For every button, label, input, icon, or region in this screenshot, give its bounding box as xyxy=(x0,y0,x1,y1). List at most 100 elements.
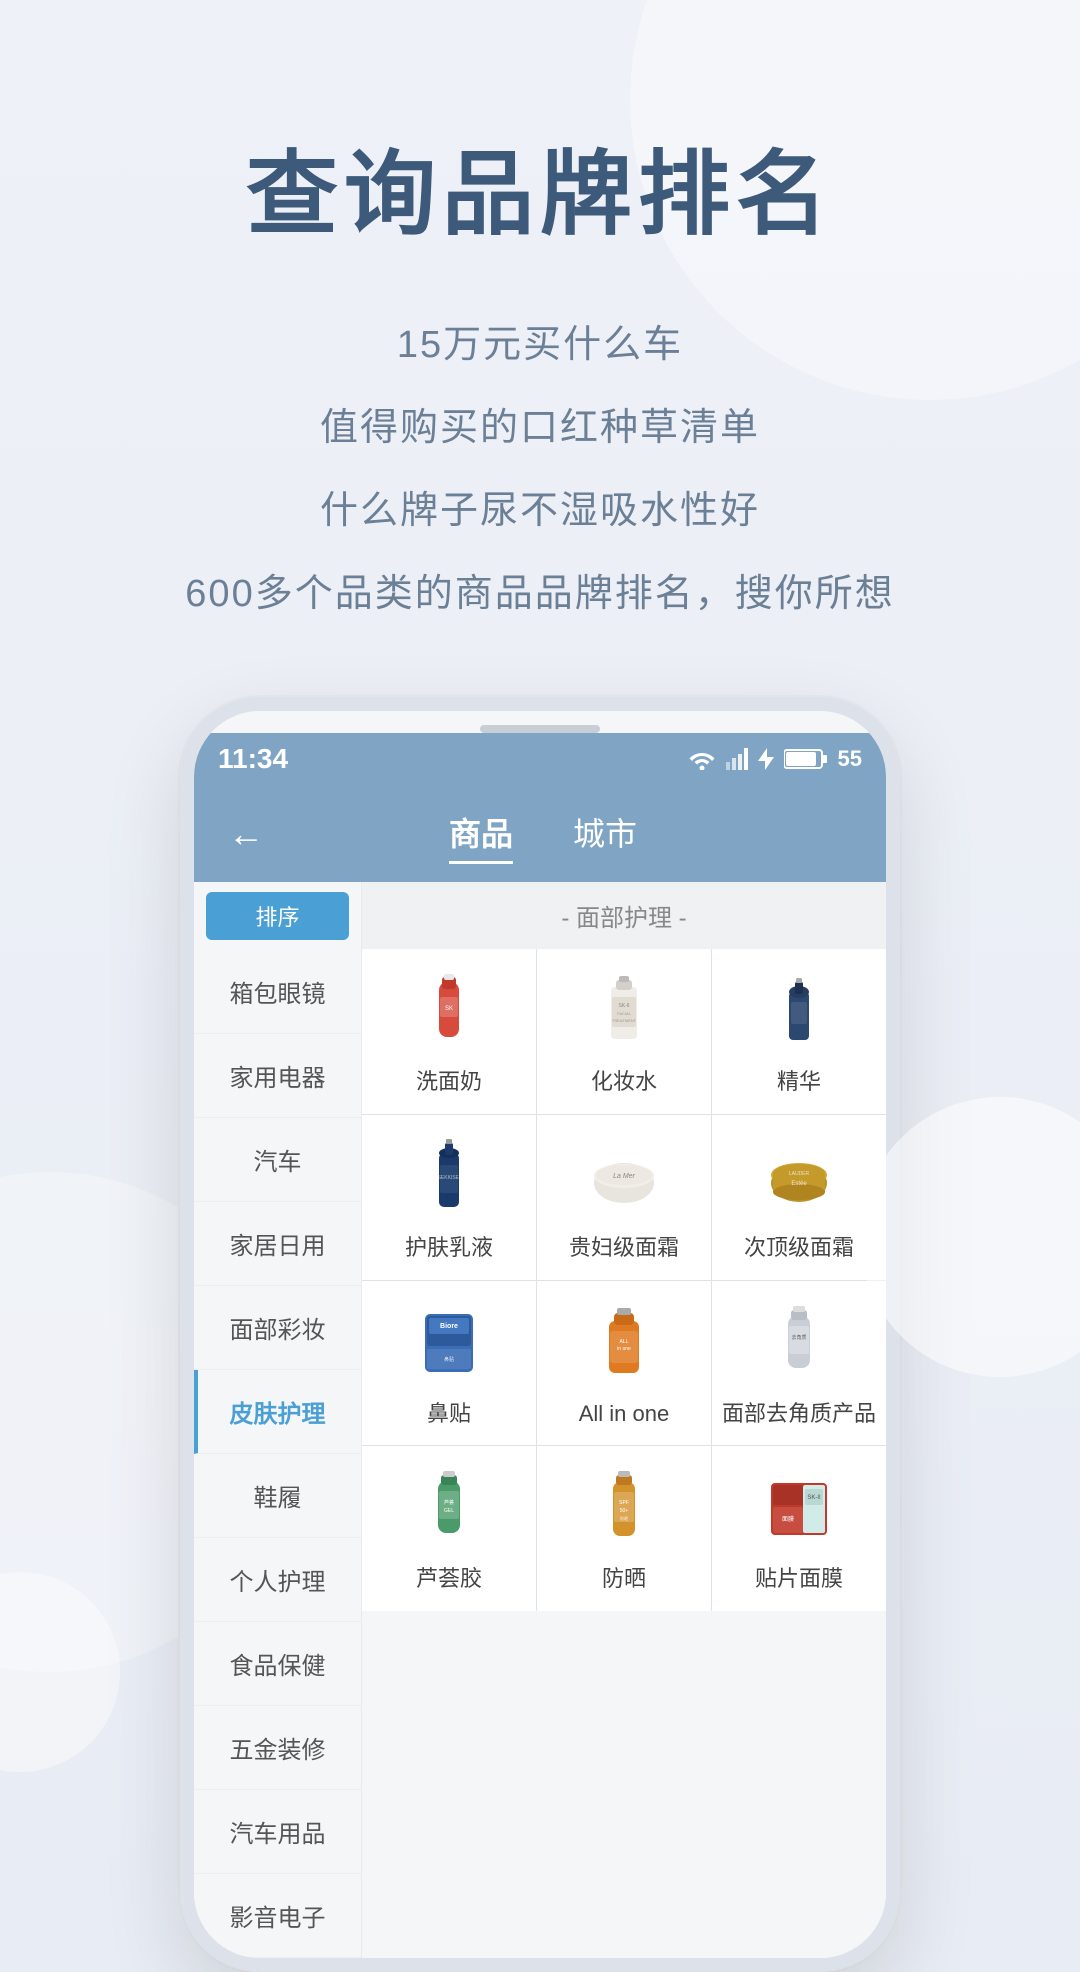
product-cell-sheetmask[interactable]: SK-II 面膜 贴片面膜 xyxy=(712,1446,886,1611)
content-area: 排序 箱包眼镜 家用电器 汽车 家居日用 面部彩妆 xyxy=(194,882,886,1958)
subtitle-3: 什么牌子尿不湿吸水性好 xyxy=(320,479,760,534)
sidebar-item-bags[interactable]: 箱包眼镜 xyxy=(194,950,361,1034)
svg-text:ALL: ALL xyxy=(620,1339,629,1345)
toner-icon: SK-II FACIAL TREATMENT xyxy=(584,967,664,1057)
category-header: - 面部护理 - xyxy=(362,882,886,949)
lotion-label: 护肤乳液 xyxy=(405,1233,493,1264)
nav-tabs: 商品 城市 xyxy=(449,803,637,864)
header-section: 查询品牌排名 15万元买什么车 值得购买的口红种草清单 什么牌子尿不湿吸水性好 … xyxy=(0,0,1080,617)
svg-text:Estée: Estée xyxy=(791,1181,807,1187)
product-cell-lotion[interactable]: SEKKISEI 护肤乳液 xyxy=(362,1115,536,1280)
back-button[interactable]: ← xyxy=(218,813,274,855)
product-grid: SK 洗面奶 xyxy=(362,949,886,1611)
lotion-icon: SEKKISEI xyxy=(409,1133,489,1223)
svg-text:去角质: 去角质 xyxy=(791,1334,806,1341)
product-cell-nosepatch[interactable]: Biore 鼻贴 鼻贴 xyxy=(362,1281,536,1446)
aloegel-icon: 芦荟 GEL xyxy=(409,1464,489,1554)
svg-text:TREATMENT: TREATMENT xyxy=(612,1018,637,1023)
svg-text:芦荟: 芦荟 xyxy=(444,1499,454,1506)
product-grid-area: - 面部护理 - SK xyxy=(362,882,886,1958)
main-title: 查询品牌排名 xyxy=(0,120,1080,253)
product-cell-cream[interactable]: Estée LAUDER 次顶级面霜 xyxy=(712,1115,886,1280)
toner-label: 化妆水 xyxy=(591,1067,657,1098)
svg-text:SK-II: SK-II xyxy=(807,1495,821,1501)
tab-products[interactable]: 商品 xyxy=(449,803,513,864)
sunscreen-label: 防晒 xyxy=(602,1564,646,1595)
subtitle-2: 值得购买的口红种草清单 xyxy=(320,396,760,451)
battery-level: 55 xyxy=(838,746,862,772)
sidebar-item-makeup[interactable]: 面部彩妆 xyxy=(194,1286,361,1370)
page-background: 查询品牌排名 15万元买什么车 值得购买的口红种草清单 什么牌子尿不湿吸水性好 … xyxy=(0,0,1080,1972)
cream-icon: Estée LAUDER xyxy=(759,1133,839,1223)
sidebar-item-appliances[interactable]: 家用电器 xyxy=(194,1034,361,1118)
svg-text:防晒: 防晒 xyxy=(620,1515,628,1521)
phone-container: 11:34 xyxy=(0,697,1080,1972)
svg-text:FACIAL: FACIAL xyxy=(617,1011,632,1016)
product-cell-exfoliant[interactable]: 去角质 面部去角质产品 xyxy=(712,1281,886,1446)
svg-text:鼻贴: 鼻贴 xyxy=(444,1356,454,1363)
subtitle-list: 15万元买什么车 值得购买的口红种草清单 什么牌子尿不湿吸水性好 600多个品类… xyxy=(0,313,1080,617)
svg-text:SPF: SPF xyxy=(619,1500,629,1506)
product-cell-allinone[interactable]: ALL in one All in one xyxy=(537,1281,711,1446)
subtitle-1: 15万元买什么车 xyxy=(397,313,683,368)
status-time: 11:34 xyxy=(218,743,288,775)
lightning-icon xyxy=(758,748,774,770)
product-cell-aloegel[interactable]: 芦荟 GEL 芦荟胶 xyxy=(362,1446,536,1611)
aloegel-label: 芦荟胶 xyxy=(416,1564,482,1595)
lamer-label: 贵妇级面霜 xyxy=(569,1233,679,1264)
sidebar-item-home[interactable]: 家居日用 xyxy=(194,1202,361,1286)
deco-circle-left xyxy=(0,1572,120,1772)
sidebar-item-sort[interactable]: 排序 xyxy=(206,892,349,940)
serum-icon xyxy=(759,967,839,1057)
svg-text:SK-II: SK-II xyxy=(618,1003,629,1009)
sidebar-item-electronics[interactable]: 影音电子 xyxy=(194,1874,361,1958)
cleanser-label: 洗面奶 xyxy=(416,1067,482,1098)
serum-label: 精华 xyxy=(777,1067,821,1098)
sidebar-item-shoes[interactable]: 鞋履 xyxy=(194,1454,361,1538)
svg-text:La Mer: La Mer xyxy=(613,1173,635,1180)
cream-label: 次顶级面霜 xyxy=(744,1233,854,1264)
sidebar: 排序 箱包眼镜 家用电器 汽车 家居日用 面部彩妆 xyxy=(194,882,362,1958)
battery-icon xyxy=(784,748,828,770)
signal-icon xyxy=(726,748,748,770)
sidebar-item-hardware[interactable]: 五金装修 xyxy=(194,1706,361,1790)
svg-text:SEKKISEI: SEKKISEI xyxy=(438,1175,461,1181)
sheetmask-icon: SK-II 面膜 xyxy=(759,1464,839,1554)
allinone-icon: ALL in one xyxy=(584,1299,664,1389)
wifi-icon xyxy=(688,748,716,770)
product-cell-lamer[interactable]: La Mer 贵妇级面霜 xyxy=(537,1115,711,1280)
product-cell-cleanser[interactable]: SK 洗面奶 xyxy=(362,949,536,1114)
product-cell-toner[interactable]: SK-II FACIAL TREATMENT 化妆水 xyxy=(537,949,711,1114)
sidebar-item-cars[interactable]: 汽车 xyxy=(194,1118,361,1202)
cleanser-icon: SK xyxy=(409,967,489,1057)
svg-text:in one: in one xyxy=(617,1346,631,1352)
nosepatch-icon: Biore 鼻贴 xyxy=(409,1299,489,1389)
exfoliant-label: 面部去角质产品 xyxy=(722,1399,876,1430)
nosepatch-label: 鼻贴 xyxy=(427,1399,471,1430)
sunscreen-icon: SPF 50+ 防晒 xyxy=(584,1464,664,1554)
nav-bar: ← 商品 城市 xyxy=(194,785,886,882)
status-bar: 11:34 xyxy=(194,733,886,785)
product-cell-sunscreen[interactable]: SPF 50+ 防晒 防晒 xyxy=(537,1446,711,1611)
sidebar-item-food[interactable]: 食品保健 xyxy=(194,1622,361,1706)
svg-text:50+: 50+ xyxy=(620,1508,629,1514)
svg-text:面膜: 面膜 xyxy=(782,1515,794,1523)
svg-text:Biore: Biore xyxy=(440,1323,458,1330)
phone-notch xyxy=(194,711,886,733)
sidebar-item-autoparts[interactable]: 汽车用品 xyxy=(194,1790,361,1874)
sidebar-item-skincare[interactable]: 皮肤护理 xyxy=(194,1370,361,1454)
sheetmask-label: 贴片面膜 xyxy=(755,1564,843,1595)
svg-text:SK: SK xyxy=(445,1006,453,1012)
subtitle-4: 600多个品类的商品品牌排名，搜你所想 xyxy=(185,562,894,617)
status-icons: 55 xyxy=(688,746,862,772)
svg-text:GEL: GEL xyxy=(444,1508,454,1514)
product-cell-serum[interactable]: 精华 xyxy=(712,949,886,1114)
allinone-label: All in one xyxy=(579,1399,670,1430)
svg-text:LAUDER: LAUDER xyxy=(789,1171,810,1177)
sidebar-item-personal[interactable]: 个人护理 xyxy=(194,1538,361,1622)
notch-bar xyxy=(480,725,600,733)
phone-mockup: 11:34 xyxy=(180,697,900,1972)
tab-cities[interactable]: 城市 xyxy=(573,803,637,864)
lamer-icon: La Mer xyxy=(584,1133,664,1223)
exfoliant-icon: 去角质 xyxy=(759,1299,839,1389)
